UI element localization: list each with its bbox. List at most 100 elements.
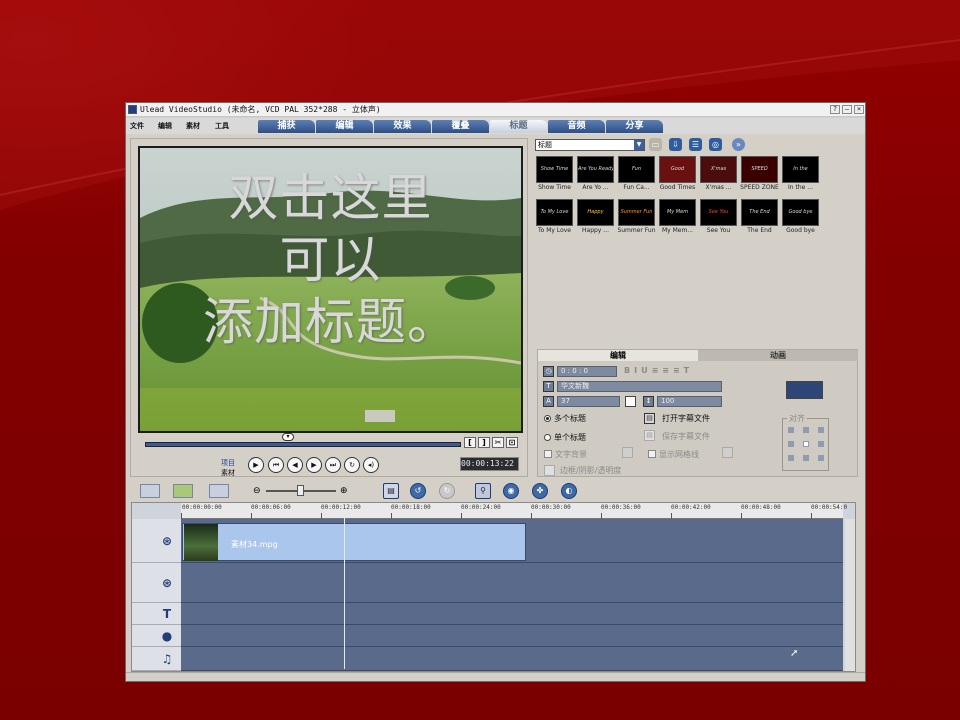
play-button[interactable]: ▶ [248,457,264,473]
title-thumb-happy[interactable]: Happy Happy ... [577,199,614,238]
minimize-button[interactable]: – [842,105,852,114]
mix-icon[interactable]: ✤ [532,483,548,499]
title-thumb-summer-fun[interactable]: Summer Fun Summer Fun [617,199,656,238]
smart-proxy-icon[interactable]: ⚲ [475,483,491,499]
preview-window[interactable]: 双击这里 可以 添加标题。 [138,146,523,433]
border-shadow-icon[interactable] [544,465,555,476]
align-middle-left-icon[interactable] [788,441,794,447]
end-icon[interactable]: ⏭ [325,457,341,473]
line-spacing-select[interactable]: 100 [657,396,722,407]
previous-frame-icon[interactable]: ◀ [287,457,303,473]
background-settings-icon[interactable] [622,447,633,458]
scrubber-handle[interactable]: ▾ [282,433,294,441]
undo-icon[interactable]: ↺ [410,483,426,499]
title-thumb-show-time[interactable]: Show Time Show Time [536,156,573,195]
music-track[interactable] [181,647,843,671]
video-track[interactable]: 素材34.mpg [181,519,843,563]
help-button[interactable]: ? [830,105,840,114]
timeline-scrollbar[interactable] [845,519,855,671]
title-track[interactable] [181,603,843,625]
text-style-buttons[interactable]: BIU≡≡≡T [624,366,693,375]
align-middle-right-icon[interactable] [818,441,824,447]
repeat-icon[interactable]: ↻ [344,457,360,473]
options-icon[interactable]: ◎ [709,138,722,151]
menu-tools[interactable]: 工具 [215,121,229,131]
zoom-in-icon[interactable]: ⊕ [340,486,348,496]
font-color-swatch[interactable] [625,396,636,407]
library-category-select[interactable]: 标题 ▼ [535,139,645,151]
text-background-checkbox[interactable] [544,450,552,458]
title-thumb-my-memory[interactable]: My Mem My Mem... [659,199,696,238]
timeline-view-icon[interactable] [173,484,193,498]
menu-clip[interactable]: 素材 [186,121,200,131]
timecode-display[interactable]: 00:00:13:22 [460,457,519,471]
show-grid-checkbox[interactable] [648,450,656,458]
zoom-slider-thumb[interactable] [297,485,304,496]
home-icon[interactable]: ⏮ [268,457,284,473]
title-thumb-the-end[interactable]: The End The End [741,199,778,238]
save-subtitle-icon[interactable]: ▤ [644,430,655,441]
tab-edit[interactable]: 编辑 [316,120,373,133]
single-title-radio[interactable] [544,434,551,441]
cut-clip-icon[interactable]: ✂ [492,437,504,448]
redo-icon[interactable]: ↻ [439,483,455,499]
align-top-center-icon[interactable] [803,427,809,433]
align-top-right-icon[interactable] [818,427,824,433]
title-color-select[interactable] [786,381,823,399]
expand-library-icon[interactable]: » [732,138,745,151]
title-thumb-are-you-ready[interactable]: Are You Ready? Are Yo ... [577,156,614,195]
title-thumb-see-you[interactable]: See You See You [700,199,737,238]
align-top-left-icon[interactable] [788,427,794,433]
mode-project-label[interactable]: 项目 [221,458,235,468]
font-size-select[interactable]: 37 [557,396,620,407]
storyboard-view-icon[interactable] [140,484,160,498]
tab-effect[interactable]: 效果 [374,120,431,133]
title-thumb-good-times[interactable]: Good Good Times [659,156,696,195]
align-center-icon[interactable] [803,441,809,447]
open-subtitle-icon[interactable]: ▤ [644,413,655,424]
next-frame-icon[interactable]: ▶ [306,457,322,473]
align-bottom-left-icon[interactable] [788,455,794,461]
menu-edit[interactable]: 编辑 [158,121,172,131]
mark-in-button[interactable]: [ [464,437,476,448]
open-subtitle-label[interactable]: 打开字幕文件 [662,413,710,424]
insert-media-icon[interactable]: ▤ [383,483,399,499]
align-bottom-right-icon[interactable] [818,455,824,461]
font-select[interactable]: 华文新魏 [557,381,722,392]
title-track-header[interactable]: T [132,603,181,625]
title-thumb-good-bye[interactable]: Good bye Good bye [782,199,819,238]
timeline-playhead[interactable] [344,517,345,669]
tab-capture[interactable]: 捕获 [258,120,315,133]
volume-icon[interactable]: ◂) [363,457,379,473]
mark-out-button[interactable]: ] [478,437,490,448]
tab-options-edit[interactable]: 编辑 [538,350,698,361]
menu-file[interactable]: 文件 [130,121,144,131]
save-subtitle-label[interactable]: 保存字幕文件 [662,431,710,442]
video-clip[interactable]: 素材34.mpg [182,523,526,561]
timeline-ruler[interactable]: 00:00:00:00 00:00:06:00 00:00:12:00 00:0… [181,503,847,519]
music-track-header[interactable]: ♫ [132,647,181,671]
folder-icon[interactable]: ▭ [649,138,662,151]
voice-track[interactable] [181,625,843,647]
sort-icon[interactable]: ☰ [689,138,702,151]
grid-settings-icon[interactable] [722,447,733,458]
audio-view-icon[interactable] [209,484,229,498]
border-shadow-label[interactable]: 边框/阴影/透明度 [560,465,621,476]
title-thumb-to-my-love[interactable]: To My Love To My Love [536,199,573,238]
title-thumb-in-the[interactable]: In the In the ... [782,156,819,195]
tab-share[interactable]: 分享 [606,120,663,133]
import-icon[interactable]: ⇩ [669,138,682,151]
title-thumb-xmas[interactable]: X'mas X'mas ... [700,156,737,195]
video-track-header[interactable]: ⊛ [132,519,181,563]
tab-options-animation[interactable]: 动画 [698,350,858,361]
mode-clip-label[interactable]: 素材 [221,468,235,478]
timeline-horizontal-scrollbar[interactable] [126,672,865,681]
align-bottom-center-icon[interactable] [803,455,809,461]
tab-overlay[interactable]: 覆叠 [432,120,489,133]
batch-icon[interactable]: ◐ [561,483,577,499]
title-thumb-speed-zone[interactable]: SPEED SPEED ZONE [740,156,779,195]
voice-track-header[interactable]: ● [132,625,181,647]
duration-field[interactable]: 0 : 0 : 0 [557,366,617,377]
multi-title-radio[interactable] [544,415,551,422]
overlay-track-header[interactable]: ⊛ [132,563,181,603]
